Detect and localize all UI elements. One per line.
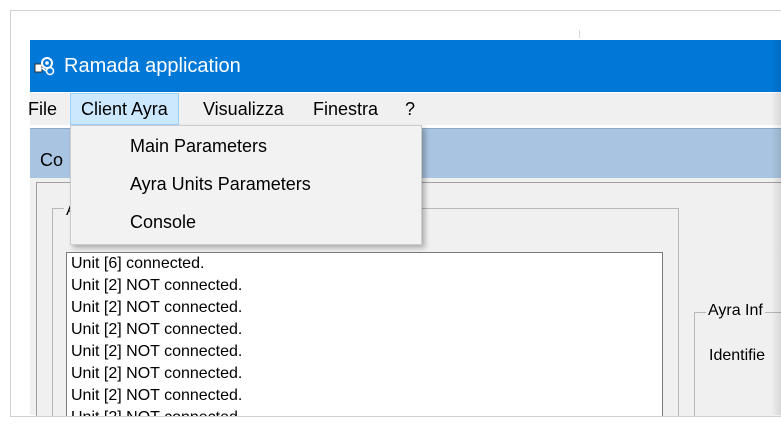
menu-visualizza[interactable]: Visualizza xyxy=(203,93,284,125)
log-line: Unit [6] connected. xyxy=(71,255,205,272)
menu-client-ayra[interactable]: Client Ayra xyxy=(70,93,179,125)
child-window-title: Co xyxy=(40,150,64,170)
log-line: Unit [2] NOT connected. xyxy=(67,407,662,416)
log-line: Unit [2] NOT connected. xyxy=(71,299,243,316)
menu-item-console[interactable]: Console xyxy=(130,212,196,233)
menu-file[interactable]: File xyxy=(28,93,57,125)
menu-item-main-parameters[interactable]: Main Parameters xyxy=(130,136,267,157)
app-icon xyxy=(34,57,55,76)
menu-help[interactable]: ? xyxy=(405,93,415,125)
log-line: Unit [2] NOT connected. xyxy=(71,321,243,338)
log-line: Unit [2] NOT connected. xyxy=(71,365,243,382)
log-line: Unit [2] NOT connected. xyxy=(71,277,243,294)
frame-divider xyxy=(579,30,580,38)
window-edge xyxy=(771,40,781,415)
log-line: Unit [2] NOT connected. xyxy=(71,387,243,404)
menu-item-ayra-units-parameters[interactable]: Ayra Units Parameters xyxy=(130,174,311,195)
log-console[interactable]: Unit [6] connected. Unit [2] NOT connect… xyxy=(66,252,663,416)
window-title: Ramada application xyxy=(64,55,241,77)
identifier-label: Identifie xyxy=(709,347,766,364)
client-ayra-dropdown: Main Parameters Ayra Units Parameters Co… xyxy=(70,125,422,245)
menu-finestra[interactable]: Finestra xyxy=(313,93,378,125)
ayra-info-title: Ayra Inf xyxy=(706,302,765,320)
log-line: Unit [2] NOT connected. xyxy=(71,343,243,360)
